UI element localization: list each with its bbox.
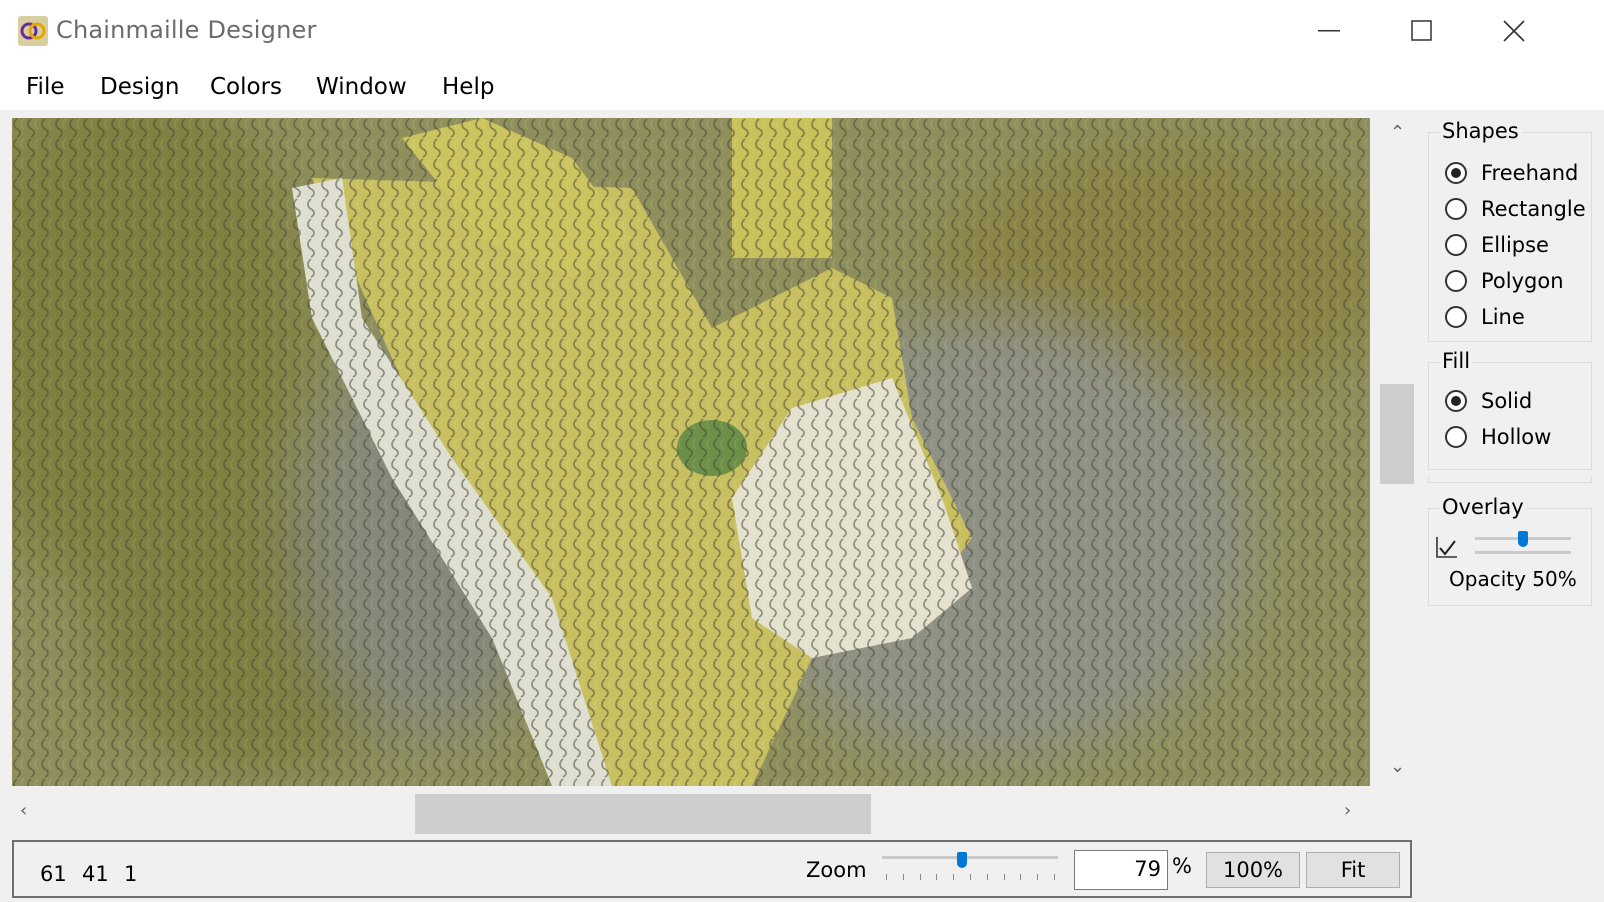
radio-icon[interactable] [1445,306,1467,328]
zoom-tick [986,874,988,880]
fill-option-label: Hollow [1481,425,1552,449]
opacity-slider-thumb[interactable] [1518,531,1528,547]
status-x-coord: 61 [40,862,67,886]
shape-option-ellipse[interactable]: Ellipse [1445,231,1549,259]
menu-design[interactable]: Design [100,70,179,104]
maximize-icon [1411,20,1432,41]
zoom-slider[interactable] [882,852,1058,888]
opacity-label: Opacity 50% [1449,567,1577,591]
window-title: Chainmaille Designer [56,16,317,44]
shape-option-label: Polygon [1481,269,1564,293]
zoom-percent-sign: % [1172,854,1192,878]
menu-help[interactable]: Help [442,70,494,104]
zoom-100-button[interactable]: 100% [1206,852,1300,888]
status-bar: 61 41 1 Zoom 79 % 100% Fit [12,840,1412,898]
zoom-tick [936,874,938,880]
fill-group: Fill Solid Hollow [1428,349,1592,470]
close-button[interactable] [1468,0,1560,62]
overlay-checkbox-icon[interactable] [1435,535,1459,559]
shape-option-label: Rectangle [1481,197,1586,221]
design-canvas[interactable] [12,118,1370,786]
zoom-input[interactable]: 79 [1074,850,1168,890]
zoom-tick [953,874,955,880]
fill-group-title: Fill [1439,349,1474,373]
scroll-right-arrow-icon[interactable]: › [1344,800,1351,821]
zoom-tick [902,874,904,880]
menu-bar: File Design Colors Window Help [0,62,1604,110]
radio-icon[interactable] [1445,390,1467,412]
fill-option-label: Solid [1481,389,1533,413]
zoom-slider-track [882,856,1058,859]
title-bar[interactable]: Chainmaille Designer [0,0,1604,62]
shape-option-label: Line [1481,305,1525,329]
status-z-coord: 1 [124,862,138,886]
status-y-coord: 41 [82,862,109,886]
scroll-down-arrow-icon[interactable]: ⌄ [1390,756,1405,777]
zoom-tick [1037,874,1039,880]
zoom-tick [1054,874,1055,880]
zoom-tick [919,874,921,880]
shape-option-line[interactable]: Line [1445,303,1525,331]
close-icon [1503,20,1525,42]
shape-option-label: Ellipse [1481,233,1549,257]
minimize-button[interactable] [1284,0,1376,62]
zoom-tick [886,874,887,880]
menu-file[interactable]: File [26,70,65,104]
radio-icon[interactable] [1445,270,1467,292]
radio-icon[interactable] [1445,162,1467,184]
vertical-scroll-thumb[interactable] [1380,384,1414,484]
menu-colors[interactable]: Colors [210,70,282,104]
radio-icon[interactable] [1445,198,1467,220]
app-window: Chainmaille Designer File Design Colors … [0,0,1604,902]
horizontal-scroll-thumb[interactable] [415,794,871,834]
menu-window[interactable]: Window [316,70,407,104]
zoom-fit-button[interactable]: Fit [1306,852,1400,888]
scroll-left-arrow-icon[interactable]: ‹ [20,800,27,821]
shapes-group-title: Shapes [1439,119,1522,143]
chainmaille-pattern [12,118,1370,786]
shapes-group: Shapes Freehand Rectangle Ellipse Polygo… [1428,119,1592,342]
minimize-icon [1318,30,1340,32]
zoom-slider-ticks [882,874,1058,882]
zoom-tick [1003,874,1005,880]
shape-option-freehand[interactable]: Freehand [1445,159,1578,187]
scroll-up-arrow-icon[interactable]: ⌃ [1390,122,1405,143]
zoom-tick [970,874,971,880]
fill-option-hollow[interactable]: Hollow [1445,423,1551,451]
opacity-slider[interactable] [1475,531,1571,561]
zoom-label: Zoom [806,858,867,882]
interlocking-rings-icon [18,16,48,46]
opacity-slider-track-lower [1475,551,1571,554]
shape-option-rectangle[interactable]: Rectangle [1445,195,1586,223]
shape-option-label: Freehand [1481,161,1579,185]
maximize-button[interactable] [1376,0,1468,62]
zoom-tick [1020,874,1022,880]
radio-icon[interactable] [1445,234,1467,256]
overlay-group-title: Overlay [1439,495,1527,519]
panel-divider [1428,476,1592,483]
shape-option-polygon[interactable]: Polygon [1445,267,1564,295]
overlay-group: Overlay Opacity 50% [1428,495,1592,606]
zoom-slider-thumb[interactable] [956,852,967,868]
radio-icon[interactable] [1445,426,1467,448]
fill-option-solid[interactable]: Solid [1445,387,1532,415]
